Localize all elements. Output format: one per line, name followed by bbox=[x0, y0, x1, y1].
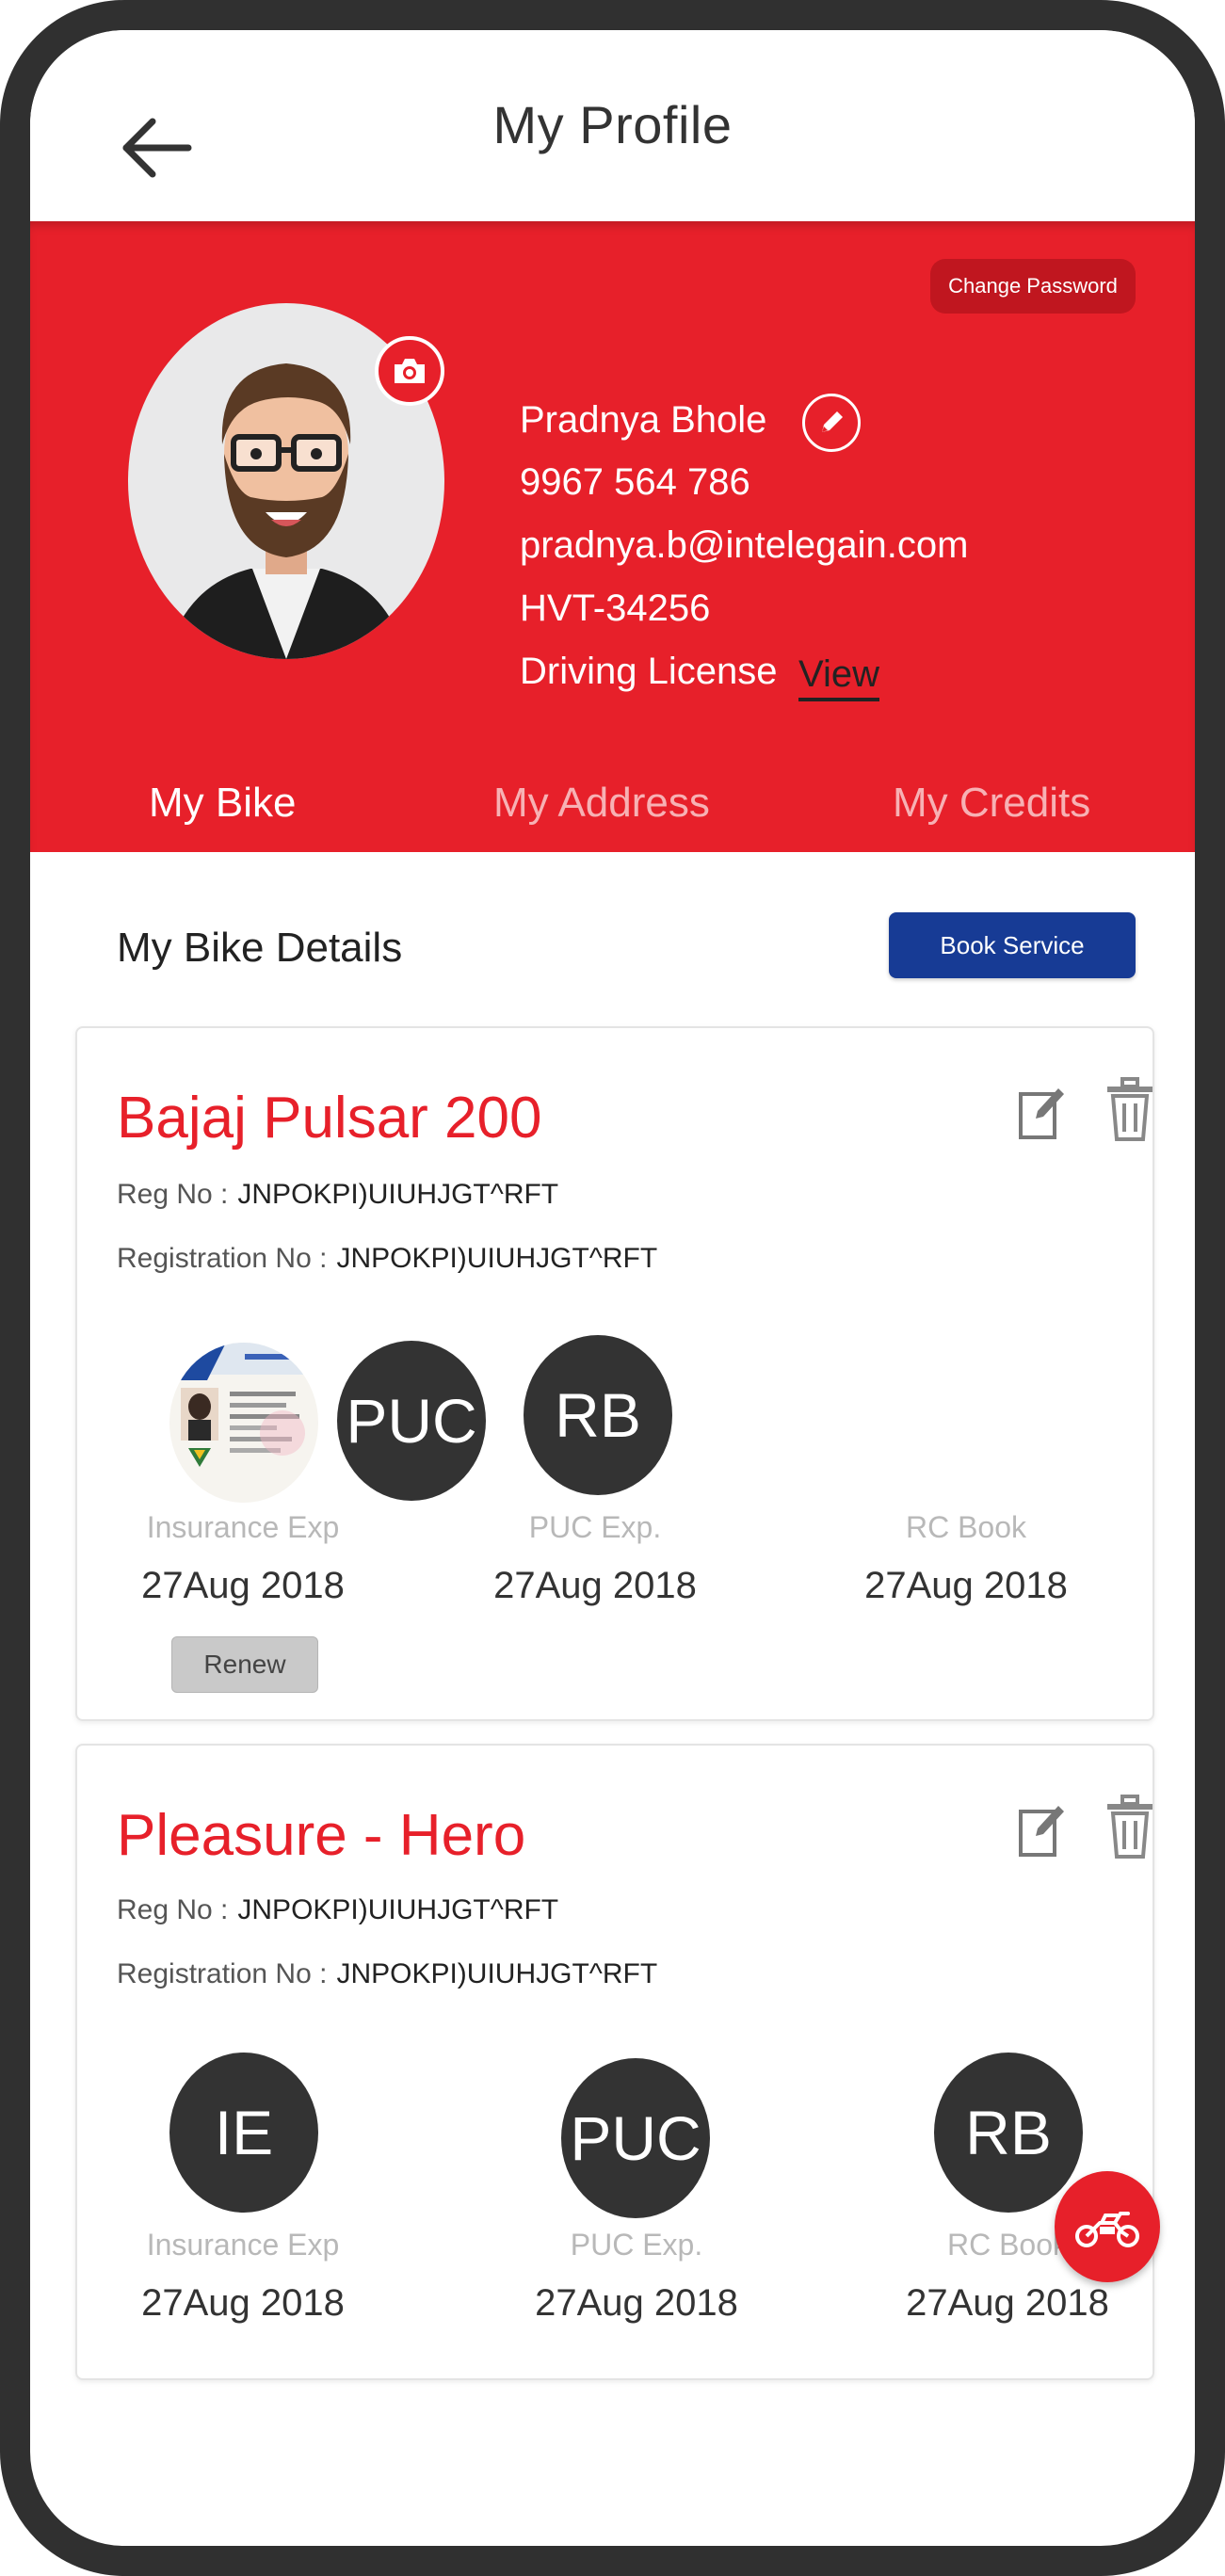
insurance-exp-label: Insurance Exp bbox=[146, 1510, 340, 1544]
change-password-button[interactable]: Change Password bbox=[930, 259, 1136, 314]
reg-no-row: Reg No : JNPOKPI)UIUHJGT^RFT bbox=[117, 1179, 558, 1211]
puc-badge[interactable]: PUC bbox=[337, 1341, 486, 1501]
registration-no-row: Registration No : JNPOKPI)UIUHJGT^RFT bbox=[117, 1243, 657, 1275]
puc-exp-label: PUC Exp. bbox=[528, 1510, 662, 1544]
registration-no-label: Registration No : bbox=[117, 1958, 328, 1989]
insurance-exp-date: 27Aug 2018 bbox=[141, 2282, 345, 2324]
puc-exp-date: 27Aug 2018 bbox=[535, 2282, 738, 2324]
tab-my-bike[interactable]: My Bike bbox=[149, 780, 296, 827]
screen: My Profile Change Password Pradnya Bhole… bbox=[30, 30, 1195, 2546]
reg-no-value: JNPOKPI)UIUHJGT^RFT bbox=[237, 1894, 559, 1925]
registration-no-label: Registration No : bbox=[117, 1243, 328, 1274]
renew-button[interactable]: Renew bbox=[171, 1636, 318, 1693]
license-view-link[interactable]: View bbox=[798, 653, 879, 701]
active-tab-indicator bbox=[109, 872, 333, 877]
puc-exp-label: PUC Exp. bbox=[570, 2228, 703, 2262]
insurance-exp-date: 27Aug 2018 bbox=[141, 1565, 345, 1606]
camera-icon[interactable] bbox=[375, 336, 444, 406]
reg-no-value: JNPOKPI)UIUHJGT^RFT bbox=[237, 1179, 559, 1210]
trash-icon[interactable] bbox=[1104, 1795, 1156, 1859]
page-title: My Profile bbox=[492, 95, 733, 154]
book-service-button[interactable]: Book Service bbox=[889, 912, 1136, 978]
phone-frame: My Profile Change Password Pradnya Bhole… bbox=[0, 0, 1225, 2576]
reg-no-row: Reg No : JNPOKPI)UIUHJGT^RFT bbox=[117, 1894, 558, 1926]
top-bar: My Profile bbox=[30, 30, 1195, 221]
bike-name: Pleasure - Hero bbox=[117, 1803, 526, 1868]
bike-card: Pleasure - Hero Reg No : JNPOKPI)UIUHJGT^… bbox=[75, 1744, 1154, 2380]
edit-icon[interactable] bbox=[1015, 1798, 1068, 1862]
rc-book-badge[interactable]: RB bbox=[934, 2053, 1083, 2213]
insurance-document-image[interactable] bbox=[169, 1343, 318, 1503]
trash-icon[interactable] bbox=[1104, 1077, 1156, 1141]
profile-id: HVT-34256 bbox=[520, 588, 711, 629]
bike-card: Bajaj Pulsar 200 Reg No : JNPOKPI)UIUHJGT… bbox=[75, 1026, 1154, 1721]
rc-book-date: 27Aug 2018 bbox=[906, 2282, 1109, 2324]
pencil-icon[interactable] bbox=[802, 394, 861, 452]
rc-book-label: RC Book bbox=[905, 1510, 1027, 1544]
rc-book-date: 27Aug 2018 bbox=[864, 1565, 1068, 1606]
insurance-badge[interactable]: IE bbox=[169, 2053, 318, 2213]
rc-book-badge[interactable]: RB bbox=[524, 1335, 672, 1495]
reg-no-label: Reg No : bbox=[117, 1179, 229, 1210]
profile-email: pradnya.b@intelegain.com bbox=[520, 524, 969, 566]
license-label: Driving License bbox=[520, 651, 778, 692]
section-title: My Bike Details bbox=[117, 925, 403, 971]
tab-my-credits[interactable]: My Credits bbox=[893, 780, 1090, 827]
profile-name: Pradnya Bhole bbox=[520, 399, 767, 441]
edit-icon[interactable] bbox=[1015, 1081, 1068, 1145]
reg-no-label: Reg No : bbox=[117, 1894, 229, 1925]
registration-no-value: JNPOKPI)UIUHJGT^RFT bbox=[336, 1243, 658, 1274]
profile-phone: 9967 564 786 bbox=[520, 461, 750, 503]
registration-no-value: JNPOKPI)UIUHJGT^RFT bbox=[336, 1958, 658, 1989]
tab-my-address[interactable]: My Address bbox=[493, 780, 710, 827]
registration-no-row: Registration No : JNPOKPI)UIUHJGT^RFT bbox=[117, 1958, 657, 1990]
profile-header: Change Password Pradnya Bhole 9967 564 7… bbox=[30, 221, 1195, 877]
bike-name: Bajaj Pulsar 200 bbox=[117, 1086, 542, 1151]
insurance-exp-label: Insurance Exp bbox=[146, 2228, 340, 2262]
motorcycle-icon[interactable] bbox=[1055, 2171, 1160, 2282]
puc-exp-date: 27Aug 2018 bbox=[493, 1565, 697, 1606]
puc-badge[interactable]: PUC bbox=[561, 2058, 710, 2218]
